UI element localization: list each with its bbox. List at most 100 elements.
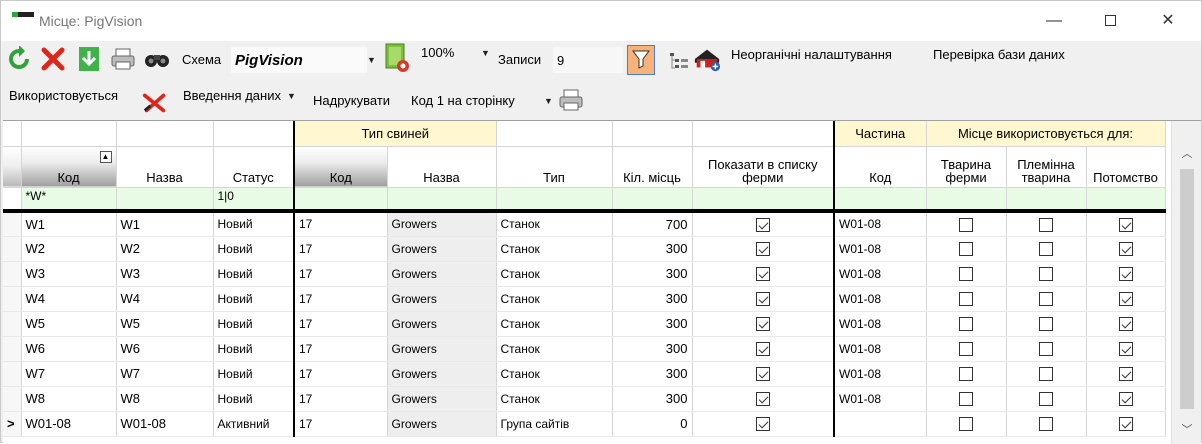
cell-code[interactable]: W4 [21,286,117,312]
cell-pig-name[interactable]: Growers [387,336,497,362]
cell-pig-code[interactable]: 17 [294,286,388,312]
checkbox-unchecked[interactable] [959,267,973,282]
checkbox-checked[interactable] [755,218,770,233]
cell-type[interactable]: Станок [496,361,613,387]
cell-pig-code[interactable]: 17 [294,311,388,337]
cell-places[interactable]: 300 [612,311,693,337]
cell-code[interactable]: W3 [21,261,117,287]
cell-status[interactable]: Новий [213,336,295,362]
refresh-button[interactable] [5,45,33,73]
close-button[interactable]: ✕ [1153,9,1183,33]
row-header[interactable] [3,361,22,387]
cell-pig-name[interactable]: Growers [387,361,497,387]
cell-pig-code[interactable]: 17 [294,261,388,287]
column-header-name[interactable]: Назва [116,146,214,188]
cell-name[interactable]: W7 [116,361,214,387]
cell-status[interactable]: Новий [213,311,295,337]
cell-pig-name[interactable]: Growers [387,386,497,412]
vertical-scrollbar[interactable]: ︿ ﹀ [1171,121,1201,444]
cell-part-code[interactable]: W01-08 [834,236,927,262]
tree-view-button[interactable] [665,47,693,75]
checkbox-checked[interactable] [755,392,770,407]
table-row[interactable]: W7 W7 Новий 17 Growers Станок 300 W01-08 [3,361,1166,387]
download-button[interactable] [75,45,103,73]
checkbox-unchecked[interactable] [959,392,973,407]
cell-part-code[interactable]: W01-08 [834,286,927,312]
checkbox-unchecked[interactable] [959,242,973,257]
table-row[interactable]: W6 W6 Новий 17 Growers Станок 300 W01-08 [3,336,1166,362]
checkbox-unchecked[interactable] [1039,342,1053,357]
print-labels-button[interactable] [557,86,585,114]
cell-code[interactable]: W2 [21,236,117,262]
checkbox-unchecked[interactable] [959,218,973,233]
table-row[interactable]: W8 W8 Новий 17 Growers Станок 300 W01-08 [3,386,1166,412]
filter-status-input[interactable]: 1|0 [213,187,295,213]
column-header-offspring[interactable]: Потомство [1086,146,1166,188]
cell-places[interactable]: 300 [612,336,693,362]
column-header-code[interactable]: Код ▲ [21,146,117,188]
column-header-pig-code[interactable]: Код [294,146,388,188]
checkbox-checked[interactable] [755,342,770,357]
checkbox-unchecked[interactable] [959,417,973,432]
cell-status[interactable]: Новий [213,261,295,287]
cell-part-code[interactable]: W01-08 [834,311,927,337]
zoom-dropdown[interactable]: 100% ▼ [421,45,495,60]
cell-code[interactable]: W01-08 [21,411,117,437]
cell-pig-name[interactable]: Growers [387,286,497,312]
checkbox-checked[interactable] [1118,342,1133,357]
cell-status[interactable]: Новий [213,386,295,412]
cell-status[interactable]: Активний [213,411,295,437]
cell-type[interactable]: Станок [496,311,613,337]
print-mode-dropdown[interactable]: Код 1 на сторінку ▼ [411,93,556,108]
checkbox-checked[interactable] [755,367,770,382]
data-entry-dropdown[interactable]: Введення даних ▼ [183,88,296,103]
cell-pig-code[interactable]: 17 [294,336,388,362]
checkbox-checked[interactable] [755,267,770,282]
cell-part-code[interactable]: W01-08 [834,386,927,412]
cell-pig-code[interactable]: 17 [294,361,388,387]
column-header-type[interactable]: Тип [496,146,613,188]
records-count-field[interactable]: 9 [553,47,623,73]
cell-pig-name[interactable]: Growers [387,236,497,262]
cell-type[interactable]: Група сайтів [496,411,613,437]
cell-part-code[interactable]: W01-08 [834,261,927,287]
cell-type[interactable]: Станок [496,336,613,362]
checkbox-unchecked[interactable] [1039,218,1053,233]
unlimited-settings-button[interactable]: Неорганічні налаштування [731,47,892,62]
checkbox-checked[interactable] [1118,317,1133,332]
minimize-button[interactable]: — [1039,9,1069,33]
table-row[interactable]: W5 W5 Новий 17 Growers Станок 300 W01-08 [3,311,1166,337]
barn-add-button[interactable] [693,45,721,73]
cell-status[interactable]: Новий [213,211,295,237]
filter-offspring-input[interactable] [1086,187,1166,213]
cell-code[interactable]: W1 [21,211,117,237]
filter-toggle-button[interactable] [627,45,655,75]
checkbox-unchecked[interactable] [959,317,973,332]
checkbox-unchecked[interactable] [1039,417,1053,432]
cell-places[interactable]: 0 [612,411,693,437]
row-header[interactable] [3,286,22,312]
row-header[interactable] [3,386,22,412]
column-header-part-code[interactable]: Код [834,146,927,188]
cell-places[interactable]: 300 [612,286,693,312]
print-button[interactable] [109,45,137,73]
table-row[interactable]: W2 W2 Новий 17 Growers Станок 300 W01-08 [3,236,1166,262]
cell-pig-code[interactable]: 17 [294,411,388,437]
filter-name-input[interactable] [116,187,214,213]
find-button[interactable] [143,45,171,73]
checkbox-unchecked[interactable] [1039,317,1053,332]
checkbox-unchecked[interactable] [1039,292,1053,307]
delete-button[interactable] [39,45,67,73]
cell-part-code[interactable] [834,411,927,437]
cell-code[interactable]: W5 [21,311,117,337]
schema-settings-button[interactable] [383,43,411,72]
cell-name[interactable]: W2 [116,236,214,262]
cell-name[interactable]: W01-08 [116,411,214,437]
checkbox-checked[interactable] [1118,218,1133,233]
row-header[interactable] [3,261,22,287]
cell-type[interactable]: Станок [496,386,613,412]
column-header-status[interactable]: Статус [213,146,295,188]
cell-name[interactable]: W6 [116,336,214,362]
cell-status[interactable]: Новий [213,286,295,312]
cell-places[interactable]: 300 [612,236,693,262]
